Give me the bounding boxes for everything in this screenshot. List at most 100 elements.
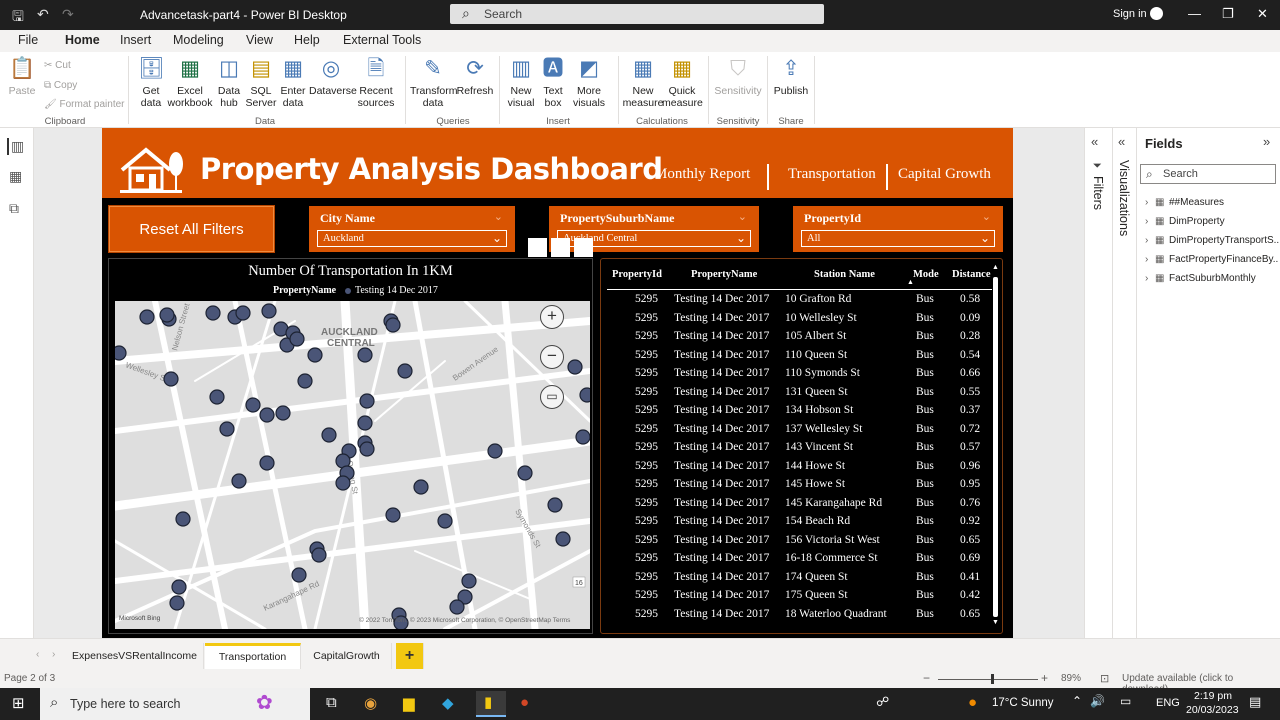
tab-view[interactable]: View [246, 33, 273, 47]
chevron-up-icon[interactable]: ⌃ [1072, 694, 1082, 708]
chevron-down-icon[interactable]: ⌄ [738, 210, 747, 223]
scroll-up-icon[interactable]: ▲ [992, 264, 999, 271]
page-tab-transportation[interactable]: Transportation [205, 643, 301, 669]
zoom-in-icon[interactable]: + [1041, 671, 1048, 685]
zoom-out-icon[interactable]: − [923, 671, 930, 685]
fit-page-icon[interactable]: ⊡ [1100, 672, 1109, 685]
nav-capital-growth[interactable]: Capital Growth [898, 166, 991, 183]
weather-text[interactable]: 17°C Sunny [992, 697, 1054, 709]
table-row[interactable]: 5295 Testing 14 Dec 2017 16-18 Commerce St… [601, 550, 993, 568]
title-search-box[interactable]: ⌕ Search [450, 4, 824, 24]
scroll-down-icon[interactable]: ▼ [992, 619, 999, 626]
minimize-icon[interactable]: — [1188, 6, 1201, 21]
table-row[interactable]: 5295 Testing 14 Dec 2017 110 Symonds St Bus… [601, 365, 993, 383]
person-icon[interactable]: ☍ [876, 694, 889, 710]
tab-file[interactable]: File [18, 33, 38, 47]
tab-external-tools[interactable]: External Tools [343, 33, 421, 47]
refresh-button[interactable]: ⟳ Refresh [456, 56, 494, 97]
collapse-filters-icon[interactable]: « [1091, 134, 1098, 149]
table-row[interactable]: 5295 Testing 14 Dec 2017 110 Queen St Bus 0.… [601, 347, 993, 365]
paste-button[interactable]: 📋 Paste [6, 56, 38, 97]
field-table-item[interactable]: › ▦ FactPropertyFinanceBy... [1145, 254, 1279, 265]
chevron-down-icon[interactable]: ⌄ [494, 210, 503, 223]
data-view-icon[interactable]: ▦ [9, 168, 22, 185]
recent-sources-button[interactable]: 🗎 Recent sources [354, 56, 398, 109]
more-visuals-button[interactable]: ◩ More visuals [568, 56, 610, 109]
table-row[interactable]: 5295 Testing 14 Dec 2017 134 Hobson St Bus 0… [601, 402, 993, 420]
file-explorer-icon[interactable]: ▆ [403, 694, 415, 712]
nav-transportation[interactable]: Transportation [788, 166, 876, 183]
power-bi-icon[interactable]: ▮ [476, 691, 506, 717]
new-measure-button[interactable]: ▦ New measure [622, 56, 664, 109]
data-hub-button[interactable]: ◫ Data hub [213, 56, 245, 109]
map-attribution[interactable]: © 2022 TomTom, © 2023 Microsoft Corporat… [359, 617, 570, 624]
sensitivity-button[interactable]: ⛉ Sensitivity [713, 56, 763, 97]
table-row[interactable]: 5295 Testing 14 Dec 2017 10 Wellesley St Bu… [601, 310, 993, 328]
copy-button[interactable]: ⧉ Copy [44, 80, 77, 91]
zoom-slider-thumb[interactable] [991, 674, 994, 684]
nav-monthly-report[interactable]: Monthly Report [654, 166, 750, 183]
table-row[interactable]: 5295 Testing 14 Dec 2017 143 Vincent St Bus… [601, 439, 993, 457]
column-header-property-id[interactable]: PropertyId [612, 269, 662, 280]
field-table-item[interactable]: › ▦ FactSuburbMonthly [1145, 273, 1279, 284]
excel-workbook-button[interactable]: ▦ Excel workbook [167, 56, 213, 109]
table-row[interactable]: 5295 Testing 14 Dec 2017 131 Queen St Bus 0.… [601, 384, 993, 402]
clock-time[interactable]: 2:19 pm [1194, 690, 1232, 702]
transport-map-visual[interactable]: Number Of Transportation In 1KM Property… [108, 258, 593, 634]
visualizations-pane[interactable]: « Visualizations [1112, 128, 1136, 638]
restore-icon[interactable]: ❐ [1222, 6, 1234, 22]
redo-icon[interactable]: ↷ [62, 6, 74, 23]
tab-insert[interactable]: Insert [120, 33, 151, 47]
map-canvas[interactable]: AUCKLAND CENTRAL Nelson Street Wellesley… [115, 301, 590, 629]
tab-modeling[interactable]: Modeling [173, 33, 224, 47]
tab-help[interactable]: Help [294, 33, 320, 47]
table-row[interactable]: 5295 Testing 14 Dec 2017 144 Howe St Bus 0.9… [601, 458, 993, 476]
table-row[interactable]: 5295 Testing 14 Dec 2017 154 Beach Rd Bus 0.… [601, 513, 993, 531]
next-page-icon[interactable]: › [52, 649, 55, 660]
tab-home[interactable]: Home [65, 33, 100, 55]
new-visual-button[interactable]: ▥ New visual [504, 56, 538, 109]
language-indicator[interactable]: ENG [1156, 697, 1180, 709]
collapse-visualizations-icon[interactable]: « [1118, 134, 1125, 149]
model-view-icon[interactable]: ⧉ [9, 200, 19, 217]
powerpoint-icon[interactable]: ● [520, 694, 529, 711]
text-box-button[interactable]: 🅰 Text box [538, 56, 568, 109]
field-table-item[interactable]: › ▦ DimPropertyTransportS... [1145, 235, 1279, 246]
close-icon[interactable]: ✕ [1257, 6, 1268, 22]
transport-table-visual[interactable]: PropertyId PropertyName Station Name Mod… [600, 258, 1003, 634]
format-painter-button[interactable]: 🖌 Format painter [44, 99, 125, 110]
page-tab-capital-growth[interactable]: CapitalGrowth [302, 643, 392, 669]
sql-server-button[interactable]: ▤ SQL Server [245, 56, 277, 109]
city-name-dropdown[interactable]: Auckland ⌄ [317, 230, 507, 247]
column-header-station-name[interactable]: Station Name [814, 269, 875, 280]
zoom-out-icon[interactable]: − [540, 345, 564, 369]
network-icon[interactable]: ▭ [1120, 694, 1131, 708]
table-row[interactable]: 5295 Testing 14 Dec 2017 10 Grafton Rd Bus 0… [601, 291, 993, 309]
map-style-icon[interactable]: ▭ [540, 385, 564, 409]
clock-date[interactable]: 20/03/2023 [1186, 704, 1239, 716]
quick-measure-button[interactable]: ▦ Quick measure [662, 56, 703, 109]
task-view-icon[interactable]: ⧉ [326, 694, 337, 711]
enter-data-button[interactable]: ▦ Enter data [277, 56, 309, 109]
chrome-icon[interactable]: ◉ [364, 694, 377, 712]
prev-page-icon[interactable]: ‹ [36, 649, 39, 660]
table-row[interactable]: 5295 Testing 14 Dec 2017 156 Victoria St W… [601, 532, 993, 550]
table-row[interactable]: 5295 Testing 14 Dec 2017 145 Howe St Bus 0.9… [601, 476, 993, 494]
table-scrollbar[interactable]: ▲ ▼ [992, 264, 1000, 629]
cut-button[interactable]: ✂ Cut [44, 60, 71, 71]
field-table-item[interactable]: › ▦ ##Measures [1145, 197, 1279, 208]
chevron-down-icon[interactable]: ⌄ [982, 210, 991, 223]
zoom-slider-track[interactable] [938, 679, 1038, 680]
collapse-fields-icon[interactable]: » [1263, 134, 1270, 149]
page-tab-expenses[interactable]: ExpensesVSRentalIncome [66, 643, 204, 669]
publish-button[interactable]: ⇪ Publish [772, 56, 810, 97]
get-data-button[interactable]: 🗄 Get data [134, 56, 168, 109]
table-row[interactable]: 5295 Testing 14 Dec 2017 145 Karangahape R… [601, 495, 993, 513]
app-icon[interactable]: ◆ [442, 694, 454, 712]
add-page-button[interactable]: + [396, 643, 424, 669]
transform-data-button[interactable]: ✎ Transform data [410, 56, 457, 109]
windows-start-icon[interactable]: ⊞ [12, 694, 25, 712]
scrollbar-thumb[interactable] [993, 277, 998, 617]
column-header-distance[interactable]: Distance [952, 269, 991, 280]
table-row[interactable]: 5295 Testing 14 Dec 2017 105 Albert St Bus 0… [601, 328, 993, 346]
